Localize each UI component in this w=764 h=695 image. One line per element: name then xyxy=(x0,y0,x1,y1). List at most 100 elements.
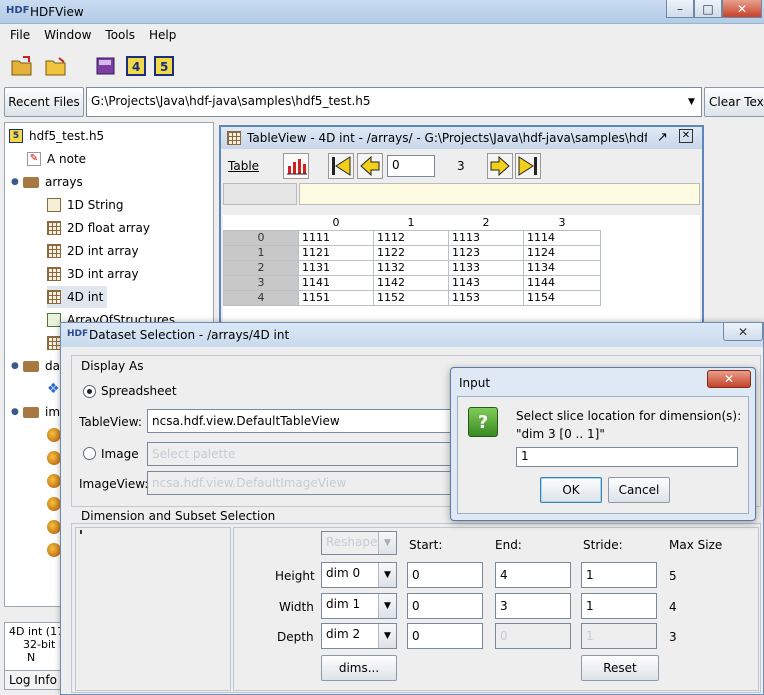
row-header[interactable]: 2 xyxy=(223,259,299,276)
table-cell[interactable]: 1123 xyxy=(448,244,524,261)
row-header[interactable]: 1 xyxy=(223,244,299,261)
table-cell[interactable]: 1143 xyxy=(448,274,524,291)
width-start-input[interactable]: 0 xyxy=(407,593,483,619)
table-cell[interactable]: 1152 xyxy=(373,289,449,306)
palette-combo[interactable]: Select palette xyxy=(147,442,455,466)
dims-button[interactable]: dims... xyxy=(321,655,397,681)
tree-root[interactable]: 5 hdf5_test.h5 xyxy=(9,125,104,147)
recent-files-button[interactable]: Recent Files xyxy=(4,87,84,117)
ok-button[interactable]: OK xyxy=(540,477,602,503)
height-start-input[interactable]: 0 xyxy=(407,562,483,588)
open-file-button[interactable] xyxy=(8,52,36,80)
svg-text:4: 4 xyxy=(132,60,140,74)
row-header[interactable]: 0 xyxy=(223,229,299,246)
height-dim-combo[interactable]: dim 0 ▼ xyxy=(321,562,397,588)
table-cell[interactable]: 1141 xyxy=(298,274,374,291)
tree-item-image-1[interactable] xyxy=(47,424,61,446)
tableview-class-combo[interactable]: ncsa.hdf.view.DefaultTableView xyxy=(147,409,455,433)
spreadsheet-radio[interactable] xyxy=(83,385,96,398)
recent-files-combo[interactable]: G:\Projects\Java\hdf-java\samples\hdf5_t… xyxy=(86,87,702,117)
table-cell[interactable]: 1134 xyxy=(523,259,601,276)
column-header[interactable]: 0 xyxy=(299,215,374,230)
cell-value-field[interactable] xyxy=(299,183,700,205)
tree-item-datatype[interactable]: ❖ xyxy=(47,378,60,400)
imageview-class-combo[interactable]: ncsa.hdf.view.DefaultImageView xyxy=(147,471,455,495)
table-cell[interactable]: 1154 xyxy=(523,289,601,306)
slice-location-input[interactable]: 1 xyxy=(516,447,738,467)
spreadsheet-label[interactable]: Spreadsheet xyxy=(101,384,177,398)
image-radio[interactable] xyxy=(83,447,96,460)
table-cell[interactable]: 1122 xyxy=(373,244,449,261)
row-header[interactable]: 4 xyxy=(223,289,299,306)
close-button[interactable]: ✕ xyxy=(722,0,762,18)
tree-item-da[interactable]: ● da xyxy=(11,355,60,377)
column-header[interactable]: 2 xyxy=(449,215,524,230)
table-cell[interactable]: 1131 xyxy=(298,259,374,276)
depth-dim-combo[interactable]: dim 2 ▼ xyxy=(321,623,397,649)
tree-item-image-5[interactable] xyxy=(47,516,61,538)
clear-text-button[interactable]: Clear Text xyxy=(704,87,764,117)
chart-button[interactable] xyxy=(283,153,309,179)
tree-item-4d-int[interactable]: 4D int xyxy=(47,286,108,308)
width-dim-combo[interactable]: dim 1 ▼ xyxy=(321,593,397,619)
reset-button[interactable]: Reset xyxy=(581,655,659,681)
tree-item-a-note[interactable]: ✎ A note xyxy=(27,148,86,170)
dataset-selection-close-button[interactable]: ✕ xyxy=(723,323,763,341)
tree-item-image-2[interactable] xyxy=(47,447,61,469)
table-cell[interactable]: 1124 xyxy=(523,244,601,261)
users-guide-button[interactable] xyxy=(92,52,120,80)
image-label[interactable]: Image xyxy=(101,447,139,461)
row-header[interactable]: 3 xyxy=(223,274,299,291)
minimize-button[interactable]: – xyxy=(666,0,694,18)
hdf5-lib-button[interactable]: 5 xyxy=(150,52,178,80)
input-dialog-close-button[interactable]: ✕ xyxy=(707,370,751,388)
tree-item-im[interactable]: ● im xyxy=(11,401,60,423)
page-input[interactable]: 0 xyxy=(387,155,435,177)
table-cell[interactable]: 1111 xyxy=(298,229,374,246)
table-cell[interactable]: 1132 xyxy=(373,259,449,276)
menu-help[interactable]: Help xyxy=(149,28,176,44)
folder-icon xyxy=(45,57,66,76)
menu-file[interactable]: File xyxy=(10,28,30,44)
table-cell[interactable]: 1144 xyxy=(523,274,601,291)
column-header[interactable]: 1 xyxy=(374,215,449,230)
height-end-input[interactable]: 4 xyxy=(495,562,571,588)
cancel-button[interactable]: Cancel xyxy=(608,477,670,503)
hdf4-lib-button[interactable]: 4 xyxy=(122,52,150,80)
next-page-button[interactable] xyxy=(487,153,513,179)
tree-item-2d-int-array[interactable]: 2D int array xyxy=(47,240,139,262)
table-cell[interactable]: 1142 xyxy=(373,274,449,291)
group-folder-icon xyxy=(23,176,39,188)
depth-start-input[interactable]: 0 xyxy=(407,623,483,649)
detach-icon[interactable]: ↗ xyxy=(657,130,668,145)
tree-item-image-6[interactable] xyxy=(47,539,61,561)
first-page-button[interactable] xyxy=(328,153,354,179)
table-cell[interactable]: 1114 xyxy=(523,229,601,246)
table-menu[interactable]: Table xyxy=(228,159,259,173)
table-cell[interactable]: 1121 xyxy=(298,244,374,261)
tree-item-image-4[interactable] xyxy=(47,493,61,515)
table-cell[interactable]: 1113 xyxy=(448,229,524,246)
table-cell[interactable]: 1151 xyxy=(298,289,374,306)
maximize-button[interactable]: □ xyxy=(694,0,722,18)
tree-item-1d-string[interactable]: 1D String xyxy=(47,194,124,216)
log-info-tab[interactable]: Log Info xyxy=(4,670,64,690)
table-cell[interactable]: 1153 xyxy=(448,289,524,306)
menu-window[interactable]: Window xyxy=(44,28,91,44)
menu-tools[interactable]: Tools xyxy=(105,28,135,44)
tree-item-3d-int-array[interactable]: 3D int array xyxy=(47,263,139,285)
tree-item-image-3[interactable] xyxy=(47,470,61,492)
close-icon[interactable]: ✕ xyxy=(679,129,693,143)
width-stride-input[interactable]: 1 xyxy=(581,593,657,619)
close-file-button[interactable] xyxy=(42,52,70,80)
height-stride-input[interactable]: 1 xyxy=(581,562,657,588)
column-header[interactable]: 3 xyxy=(524,215,601,230)
last-page-button[interactable] xyxy=(515,153,541,179)
width-end-input[interactable]: 3 xyxy=(495,593,571,619)
tree-item-2d-float-array[interactable]: 2D float array xyxy=(47,217,150,239)
tree-item-arrays[interactable]: ● arrays xyxy=(11,171,83,193)
recent-files-dropdown-arrow[interactable]: ▼ xyxy=(682,88,701,116)
table-cell[interactable]: 1112 xyxy=(373,229,449,246)
table-cell[interactable]: 1133 xyxy=(448,259,524,276)
previous-page-button[interactable] xyxy=(357,153,383,179)
